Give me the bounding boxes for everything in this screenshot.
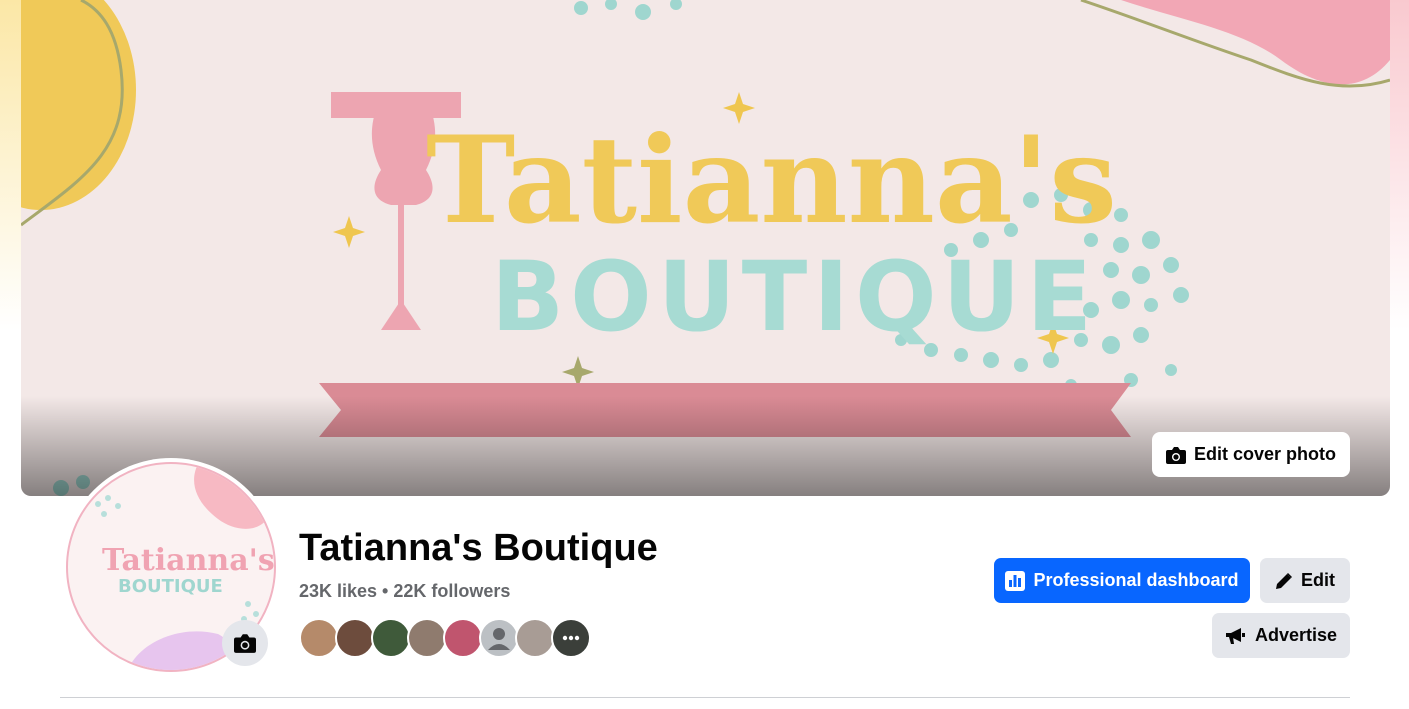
- profile-logo-line1: Tatianna's: [102, 543, 274, 578]
- cover-logo-line2: BOUTIQUE: [491, 241, 1098, 353]
- more-dots-icon: [562, 635, 580, 641]
- advertise-button[interactable]: Advertise: [1212, 613, 1350, 658]
- pink-blob: [1121, 0, 1390, 85]
- advertise-label: Advertise: [1254, 625, 1338, 645]
- page-stats[interactable]: 23K likes • 22K followers: [299, 581, 510, 602]
- edit-cover-photo-label: Edit cover photo: [1193, 444, 1336, 464]
- edit-label: Edit: [1301, 570, 1335, 590]
- cover-logo-line1: Tatianna's: [426, 110, 1117, 251]
- cover-photo[interactable]: Tatianna's BOUTIQUE: [21, 0, 1390, 496]
- avatar[interactable]: [335, 618, 375, 658]
- professional-dashboard-button[interactable]: Professional dashboard: [994, 558, 1250, 603]
- avatar[interactable]: [515, 618, 555, 658]
- header-divider: [60, 697, 1350, 698]
- profile-logo-line2: BOUTIQUE: [118, 576, 223, 597]
- edit-button[interactable]: Edit: [1260, 558, 1350, 603]
- page-title: Tatianna's Boutique: [299, 527, 658, 569]
- dashboard-chart-icon: [1005, 570, 1026, 591]
- update-profile-picture-button[interactable]: [222, 620, 268, 666]
- follower-avatars: [299, 618, 591, 658]
- pencil-icon: [1276, 572, 1292, 589]
- avatar[interactable]: [479, 618, 519, 658]
- avatar[interactable]: [299, 618, 339, 658]
- professional-dashboard-label: Professional dashboard: [1033, 570, 1239, 590]
- megaphone-icon: [1225, 627, 1245, 644]
- camera-icon: [234, 634, 256, 653]
- camera-icon: [1165, 446, 1186, 464]
- default-user-icon: [488, 628, 510, 650]
- avatar[interactable]: [371, 618, 411, 658]
- avatar[interactable]: [407, 618, 447, 658]
- edit-cover-photo-button[interactable]: Edit cover photo: [1152, 432, 1350, 477]
- avatar[interactable]: [551, 618, 591, 658]
- avatar[interactable]: [443, 618, 483, 658]
